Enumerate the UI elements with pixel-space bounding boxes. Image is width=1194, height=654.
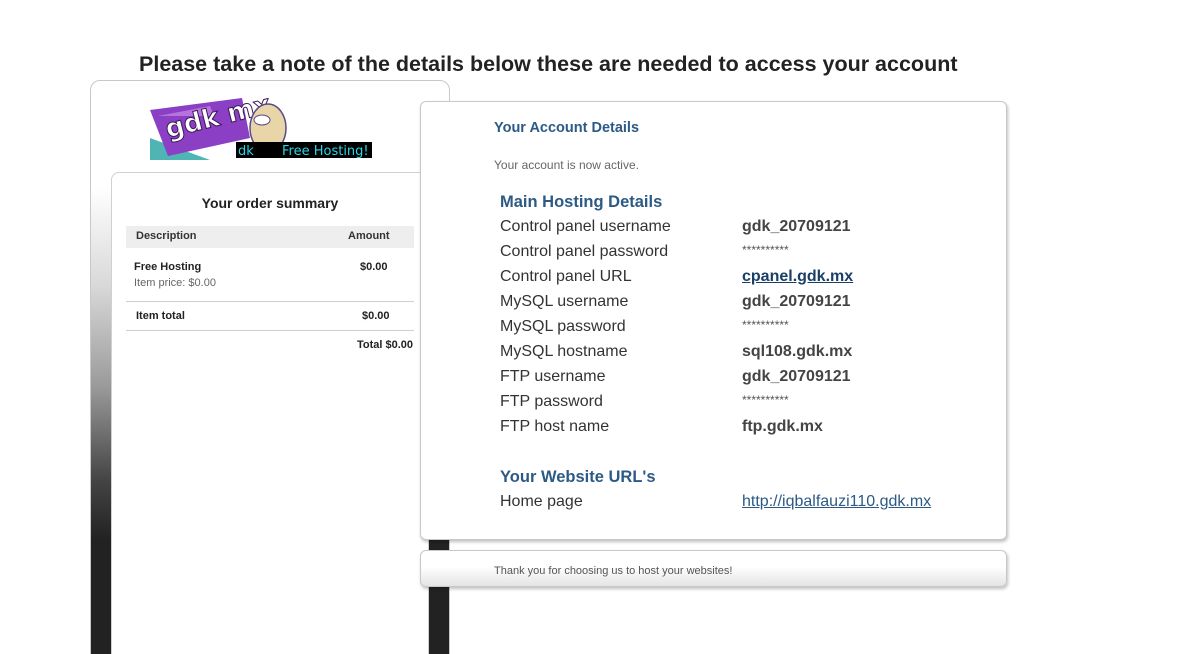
account-status: Your account is now active. — [494, 158, 639, 172]
footer-message: Thank you for choosing us to host your w… — [494, 565, 733, 577]
home-page-link[interactable]: http://iqbalfauzi110.gdk.mx — [742, 493, 931, 511]
value-cpanel-username: gdk_20709121 — [742, 218, 851, 235]
order-summary-title: Your order summary — [201, 195, 339, 211]
value-ftp-username: gdk_20709121 — [742, 368, 851, 385]
column-amount: Amount — [348, 230, 390, 242]
value-ftp-hostname: ftp.gdk.mx — [742, 418, 823, 435]
item-total-label: Item total — [136, 310, 185, 322]
value-mysql-password: ********** — [742, 318, 789, 332]
label-ftp-hostname: FTP host name — [500, 418, 610, 435]
item-name: Free Hosting — [134, 261, 202, 273]
label-ftp-username: FTP username — [500, 368, 606, 385]
label-mysql-hostname: MySQL hostname — [500, 343, 628, 360]
logo-tagline: Free Hosting! — [282, 144, 369, 159]
label-home-page: Home page — [500, 493, 583, 510]
website-urls-heading: Your Website URL's — [500, 468, 656, 486]
grand-total: Total $0.00 — [356, 339, 413, 351]
item-amount: $0.00 — [360, 261, 388, 273]
page-headline: Please take a note of the details below … — [139, 52, 958, 76]
divider — [126, 301, 414, 302]
label-cpanel-password: Control panel password — [500, 243, 669, 260]
main-hosting-heading: Main Hosting Details — [500, 193, 663, 211]
value-cpanel-password: ********** — [742, 243, 789, 257]
value-mysql-username: gdk_20709121 — [742, 293, 851, 310]
label-cpanel-username: Control panel username — [500, 218, 671, 235]
column-description: Description — [136, 230, 197, 242]
label-ftp-password: FTP password — [500, 393, 603, 410]
label-mysql-username: MySQL username — [500, 293, 629, 310]
cpanel-url-link[interactable]: cpanel.gdk.mx — [742, 268, 853, 286]
value-mysql-hostname: sql108.gdk.mx — [742, 343, 853, 360]
item-price: Item price: $0.00 — [134, 277, 216, 289]
label-mysql-password: MySQL password — [500, 318, 626, 335]
gdk-logo[interactable]: gdk mx dk Free Hosting! — [150, 98, 376, 160]
account-details-title: Your Account Details — [494, 120, 640, 136]
label-cpanel-url: Control panel URL — [500, 268, 632, 285]
divider — [126, 330, 414, 331]
logo-prefix: dk — [238, 144, 254, 159]
value-ftp-password: ********** — [742, 393, 789, 407]
item-total-amount: $0.00 — [362, 310, 390, 322]
